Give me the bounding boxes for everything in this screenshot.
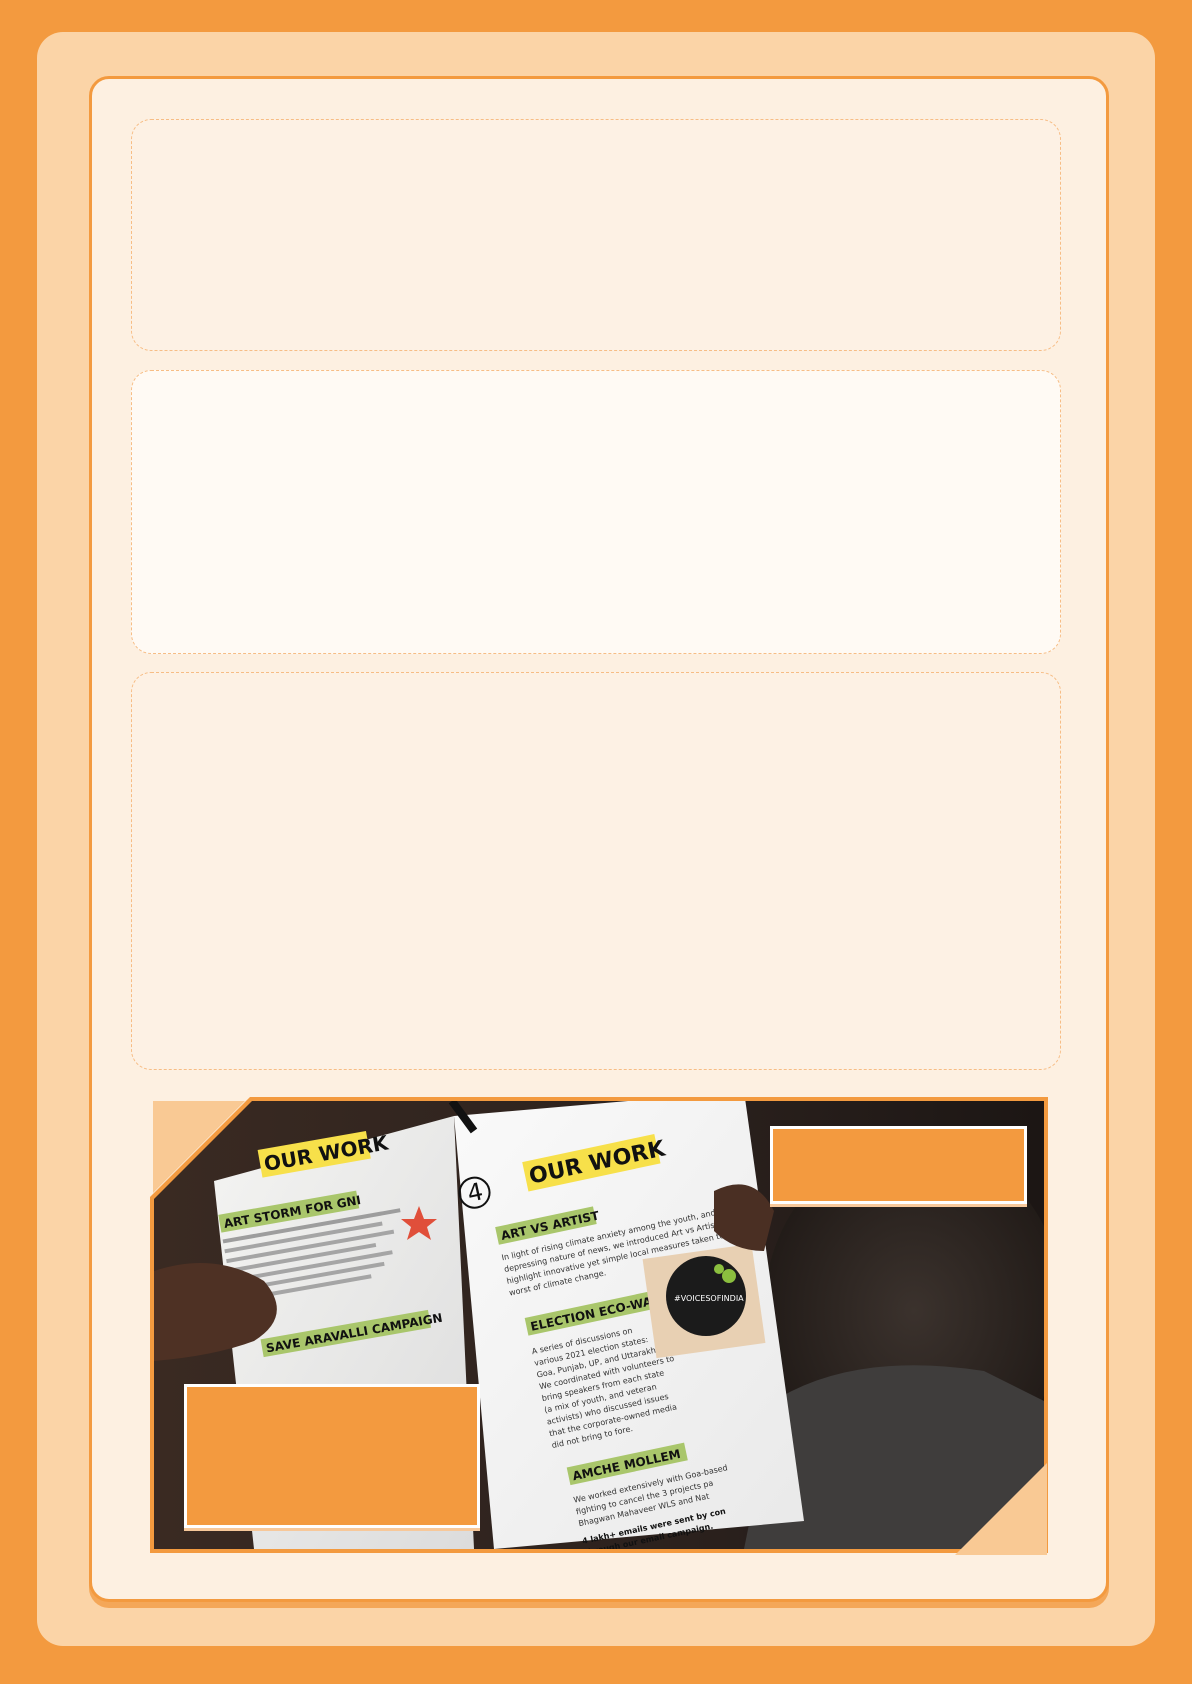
label-box-bottom: [184, 1384, 480, 1528]
label-box-top: [770, 1126, 1027, 1204]
voices-of-india-badge: #VOICESOFINDIA: [643, 1244, 766, 1358]
text-card-1: [131, 119, 1061, 351]
text-card-2: [131, 370, 1061, 654]
badge-text: #VOICESOFINDIA: [674, 1294, 744, 1303]
text-card-3: [131, 672, 1061, 1070]
